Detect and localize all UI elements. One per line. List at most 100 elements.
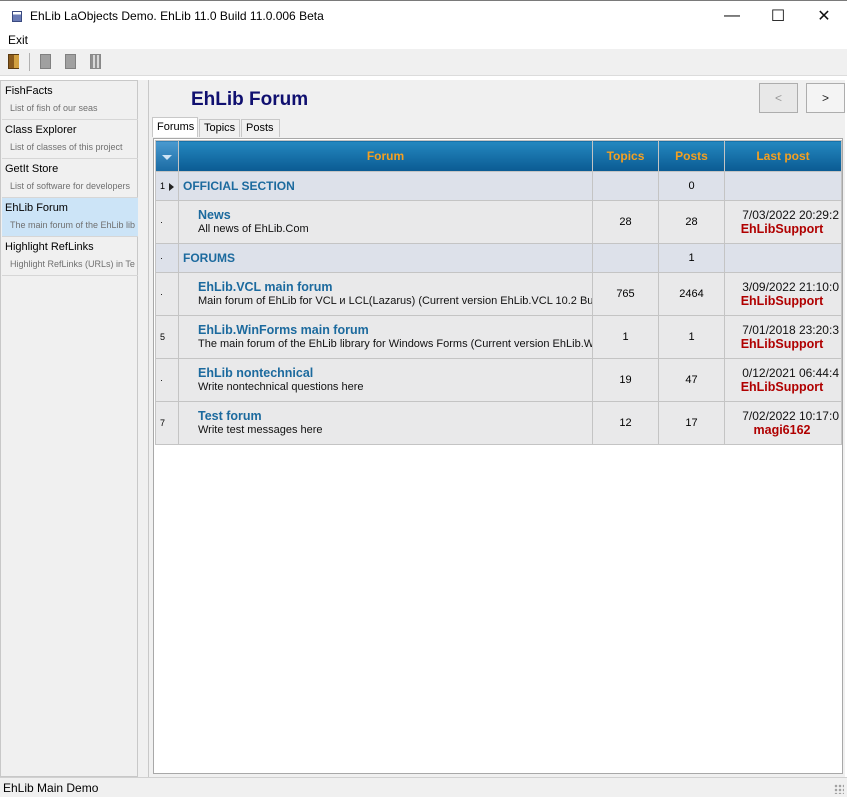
last-post-user-link[interactable]: EhLibSupport: [726, 380, 840, 394]
forum-description: All news of EhLib.Com: [198, 223, 309, 235]
sidebar-item-fishfacts[interactable]: FishFacts List of fish of our seas: [2, 81, 138, 120]
table-row[interactable]: · FORUMS 1: [155, 243, 842, 273]
topics-cell: 28: [592, 200, 659, 244]
sidebar-item-highlight-reflinks[interactable]: Highlight RefLinks Highlight RefLinks (U…: [2, 237, 138, 276]
grid-corner-button[interactable]: [155, 140, 179, 172]
last-post-date: 7/02/2022 10:17:0: [742, 409, 839, 423]
row-indicator[interactable]: 5: [155, 315, 179, 359]
last-post-date: 0/12/2021 06:44:4: [742, 366, 839, 380]
row-indicator[interactable]: ·: [155, 200, 179, 244]
section-title: OFFICIAL SECTION: [178, 171, 593, 201]
forum-cell: Test forum Write test messages here: [178, 401, 593, 445]
current-row-arrow-icon: [169, 182, 175, 191]
last-post-date: 7/03/2022 20:29:2: [742, 208, 839, 222]
resize-grip-icon[interactable]: [834, 784, 844, 794]
last-post-cell: 7/01/2018 23:20:3 EhLibSupport: [724, 315, 842, 359]
sidebar-item-label: Class Explorer: [5, 124, 77, 136]
row-indicator[interactable]: ·: [155, 243, 179, 273]
maximize-button[interactable]: ☐: [755, 1, 801, 31]
tab-posts[interactable]: Posts: [241, 119, 280, 137]
last-post-user-link[interactable]: magi6162: [726, 423, 840, 437]
topics-cell: [592, 243, 659, 273]
menu-exit[interactable]: Exit: [8, 33, 28, 47]
title-bar: EhLib LaObjects Demo. EhLib 11.0 Build 1…: [0, 0, 847, 31]
table-row[interactable]: · News All news of EhLib.Com 28 28 7/03/…: [155, 200, 842, 244]
prev-button[interactable]: <: [759, 83, 798, 113]
exit-door-icon[interactable]: [8, 54, 19, 69]
forum-name-link[interactable]: EhLib nontechnical: [198, 366, 592, 380]
table-row[interactable]: 7 Test forum Write test messages here 12…: [155, 401, 842, 445]
document-icon[interactable]: [40, 54, 51, 69]
table-row[interactable]: 5 EhLib.WinForms main forum The main for…: [155, 315, 842, 359]
sidebar-item-desc: List of classes of this project: [10, 142, 123, 152]
topics-cell: 12: [592, 401, 659, 445]
sidebar-item-class-explorer[interactable]: Class Explorer List of classes of this p…: [2, 120, 138, 159]
forum-panel: EhLib Forum < > Forums Topics Posts Foru…: [148, 80, 845, 777]
minimize-button[interactable]: —: [709, 1, 755, 31]
document-copy-icon[interactable]: [65, 54, 76, 69]
forum-description: Main forum of EhLib for VCL и LCL(Lazaru…: [198, 295, 593, 307]
forum-name-link[interactable]: News: [198, 208, 592, 222]
table-row[interactable]: · EhLib nontechnical Write nontechnical …: [155, 358, 842, 402]
sidebar-item-getit-store[interactable]: GetIt Store List of software for develop…: [2, 159, 138, 198]
forum-cell: EhLib.VCL main forum Main forum of EhLib…: [178, 272, 593, 316]
close-button[interactable]: ✕: [801, 1, 847, 31]
sidebar-item-label: GetIt Store: [5, 163, 59, 175]
tab-topics[interactable]: Topics: [199, 119, 240, 137]
posts-cell: 1: [658, 243, 725, 273]
last-post-cell: [724, 171, 842, 201]
grid-icon[interactable]: [90, 54, 101, 69]
last-post-user-link[interactable]: EhLibSupport: [726, 294, 840, 308]
posts-cell: 28: [658, 200, 725, 244]
forum-cell: EhLib nontechnical Write nontechnical qu…: [178, 358, 593, 402]
window-title: EhLib LaObjects Demo. EhLib 11.0 Build 1…: [30, 9, 324, 23]
posts-cell: 1: [658, 315, 725, 359]
last-post-date: 3/09/2022 21:10:0: [742, 280, 839, 294]
sidebar-item-label: FishFacts: [5, 85, 53, 97]
forum-name-link[interactable]: Test forum: [198, 409, 592, 423]
row-indicator[interactable]: 1: [155, 171, 179, 201]
status-bar: EhLib Main Demo: [0, 777, 847, 797]
topics-cell: 1: [592, 315, 659, 359]
next-button[interactable]: >: [806, 83, 845, 113]
topics-cell: [592, 171, 659, 201]
row-indicator[interactable]: 7: [155, 401, 179, 445]
row-indicator[interactable]: ·: [155, 358, 179, 402]
forum-description: Write nontechnical questions here: [198, 381, 364, 393]
column-header-forum[interactable]: Forum: [178, 140, 593, 172]
forum-grid: Forum Topics Posts Last post 1 OFFICIAL …: [153, 138, 843, 774]
column-header-last-post[interactable]: Last post: [724, 140, 842, 172]
sidebar-item-desc: The main forum of the EhLib lib: [10, 220, 136, 230]
demo-list: FishFacts List of fish of our seas Class…: [0, 80, 138, 777]
sidebar-item-desc: List of software for developers: [10, 181, 131, 191]
forum-name-link[interactable]: EhLib.WinForms main forum: [198, 323, 592, 337]
last-post-cell: 3/09/2022 21:10:0 EhLibSupport: [724, 272, 842, 316]
topics-cell: 765: [592, 272, 659, 316]
menu-bar: Exit: [0, 31, 847, 49]
last-post-date: 7/01/2018 23:20:3: [742, 323, 839, 337]
last-post-user-link[interactable]: EhLibSupport: [726, 337, 840, 351]
row-indicator[interactable]: ·: [155, 272, 179, 316]
tab-forums[interactable]: Forums: [152, 117, 198, 137]
panel-splitter[interactable]: [138, 80, 148, 777]
column-header-topics[interactable]: Topics: [592, 140, 659, 172]
posts-cell: 17: [658, 401, 725, 445]
chevron-down-icon: [162, 155, 172, 160]
sidebar-item-ehlib-forum[interactable]: EhLib Forum The main forum of the EhLib …: [2, 198, 138, 237]
table-row[interactable]: 1 OFFICIAL SECTION 0: [155, 171, 842, 201]
row-number: 1: [160, 181, 166, 191]
sidebar-item-label: Highlight RefLinks: [5, 241, 94, 253]
topics-cell: 19: [592, 358, 659, 402]
table-row[interactable]: · EhLib.VCL main forum Main forum of EhL…: [155, 272, 842, 316]
column-header-posts[interactable]: Posts: [658, 140, 725, 172]
status-text: EhLib Main Demo: [3, 781, 99, 795]
forum-name-link[interactable]: EhLib.VCL main forum: [198, 280, 592, 294]
sidebar-item-desc: List of fish of our seas: [10, 103, 98, 113]
forum-cell: EhLib.WinForms main forum The main forum…: [178, 315, 593, 359]
toolbar-separator: [29, 53, 30, 71]
section-title: FORUMS: [178, 243, 593, 273]
last-post-user-link[interactable]: EhLibSupport: [726, 222, 840, 236]
last-post-cell: 0/12/2021 06:44:4 EhLibSupport: [724, 358, 842, 402]
app-icon: [12, 11, 22, 22]
posts-cell: 2464: [658, 272, 725, 316]
